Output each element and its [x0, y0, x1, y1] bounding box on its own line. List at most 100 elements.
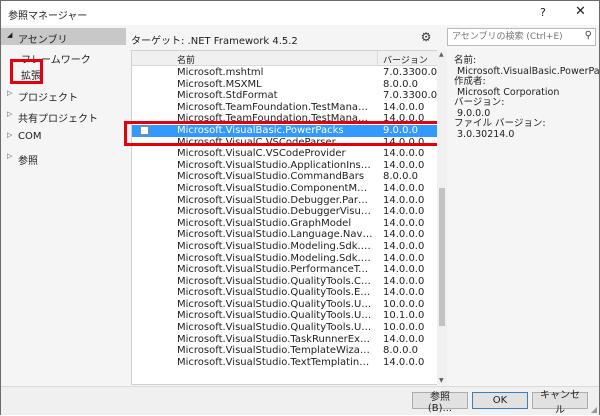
expanded-triangle-icon: ◢	[7, 31, 13, 39]
table-row[interactable]: Microsoft.VisualStudio.Modeling.Sdk.Inte…	[132, 241, 438, 253]
detail-name-label: 名前:	[454, 55, 477, 66]
table-row[interactable]: Microsoft.TeamFoundation.TestManagement.…	[132, 113, 438, 125]
table-row[interactable]: Microsoft.StdFormat 7.0.3300.0	[132, 90, 438, 102]
nav-subitem-framework[interactable]: フレームワーク	[21, 51, 91, 66]
row-version: 14.0.0.0	[383, 194, 425, 206]
help-button[interactable]: ?	[540, 6, 546, 19]
table-row[interactable]: Microsoft.VisualStudio.GraphModel 14.0.0.…	[132, 218, 438, 230]
row-name: Microsoft.TeamFoundation.TestManagement.…	[177, 101, 373, 113]
table-row[interactable]: Microsoft.VisualStudio.TaskRunnerExplore…	[132, 334, 438, 346]
search-input[interactable]	[452, 30, 578, 44]
footer-bar: 参照(B)... OK キャンセル ◢	[1, 386, 599, 416]
row-version: 14.0.0.0	[383, 217, 425, 229]
row-version: 10.0.0.0	[383, 322, 425, 334]
list-scrollbar[interactable]: ▲ ▼	[437, 50, 447, 385]
column-header-version[interactable]: バージョン	[383, 53, 428, 66]
table-row[interactable]: Microsoft.VisualStudio.ComponentModelHos…	[132, 183, 438, 195]
nav-item-shared-projects[interactable]: ▷ 共有プロジェクト	[1, 108, 126, 125]
table-row[interactable]: Microsoft.TeamFoundation.TestManagement.…	[132, 102, 438, 114]
row-version: 14.0.0.0	[383, 287, 425, 299]
row-name: Microsoft.VisualStudio.TextTemplating.Mo…	[177, 356, 373, 368]
row-name: Microsoft.VisualStudio.Debugger.Parallel…	[177, 194, 373, 206]
list-rows: Microsoft.mshtml 7.0.3300.0 Microsoft.MSXM…	[132, 67, 438, 368]
row-version: 14.0.0.0	[383, 264, 425, 276]
column-divider[interactable]	[377, 51, 378, 65]
table-row[interactable]: Microsoft.VisualStudio.QualityTools.Unit…	[132, 299, 438, 311]
row-version: 8.0.0.0	[383, 171, 418, 183]
table-row[interactable]: Microsoft.VisualStudio.QualityTools.Comm…	[132, 276, 438, 288]
row-name: Microsoft.VisualStudio.QualityTools.Unit…	[177, 322, 373, 334]
collapsed-triangle-icon: ▷	[7, 152, 13, 160]
table-row[interactable]: Microsoft.VisualStudio.CommandBars 8.0.0.…	[132, 171, 438, 183]
row-name: Microsoft.VisualStudio.Language.Navigate…	[177, 229, 373, 241]
search-box[interactable]: ⚲	[447, 28, 596, 46]
column-header-name[interactable]: 名前	[177, 53, 195, 66]
row-name: Microsoft.mshtml	[177, 67, 264, 78]
table-row[interactable]: Microsoft.VisualStudio.TextTemplating.Mo…	[132, 357, 438, 369]
nav-item-label: 参照	[18, 156, 38, 167]
assembly-list[interactable]: 名前 バージョン Microsoft.mshtml 7.0.3300.0 Micro…	[131, 50, 439, 385]
row-version: 14.0.0.0	[383, 275, 425, 287]
scroll-thumb[interactable]	[439, 188, 445, 326]
table-row[interactable]: Microsoft.VisualStudio.QualityTools.Unit…	[132, 310, 438, 322]
row-version: 14.0.0.0	[383, 136, 425, 148]
nav-item-com[interactable]: ▷ COM	[1, 129, 126, 145]
row-version: 14.0.0.0	[383, 113, 425, 125]
table-row[interactable]: Microsoft.VisualC.VSCodeParser 14.0.0.0	[132, 137, 438, 149]
row-name: Microsoft.VisualBasic.PowerPacks	[177, 124, 344, 136]
row-version: 8.0.0.0	[383, 78, 418, 90]
table-row[interactable]: Microsoft.VisualBasic.PowerPacks 9.0.0.0	[132, 124, 438, 137]
row-version: 14.0.0.0	[383, 159, 425, 171]
row-version: 7.0.3300.0	[383, 67, 438, 78]
table-row[interactable]: Microsoft.VisualC.VSCodeProvider 14.0.0.0	[132, 148, 438, 160]
nav-item-projects[interactable]: ▷ プロジェクト	[1, 87, 126, 104]
table-row[interactable]: Microsoft.mshtml 7.0.3300.0	[132, 67, 438, 79]
nav-subitem-extensions[interactable]: 拡張	[21, 67, 41, 82]
nav-item-browse[interactable]: ▷ 参照	[1, 150, 126, 167]
scroll-up-arrow-icon[interactable]: ▲	[439, 51, 444, 58]
settings-button[interactable]: ⚙	[415, 28, 437, 46]
cancel-button[interactable]: キャンセル	[532, 390, 588, 416]
search-icon[interactable]: ⚲	[585, 30, 592, 41]
title-bar: 参照マネージャー ? ✕	[1, 1, 599, 25]
detail-version-label: バージョン:	[454, 97, 505, 108]
row-version: 10.1.0.0	[383, 310, 425, 322]
close-button[interactable]: ✕	[575, 4, 586, 19]
window-title: 参照マネージャー	[8, 11, 88, 22]
category-nav: ◢ アセンブリ フレームワーク 拡張 ▷ プロジェクト ▷ 共有プロジェクト ▷…	[1, 25, 126, 383]
table-row[interactable]: Microsoft.VisualStudio.PerformanceTools.…	[132, 264, 438, 276]
resize-grip-icon[interactable]: ◢	[591, 405, 597, 414]
table-row[interactable]: Microsoft.VisualStudio.Debugger.Parallel…	[132, 195, 438, 207]
row-name: Microsoft.VisualStudio.PerformanceTools.…	[177, 264, 373, 276]
ok-button[interactable]: OK	[472, 392, 528, 409]
row-version: 7.0.3300.0	[383, 90, 438, 102]
row-name: Microsoft.VisualStudio.DebuggerVisualize…	[177, 206, 373, 218]
row-version: 10.0.0.0	[383, 298, 425, 310]
table-row[interactable]: Microsoft.VisualStudio.QualityTools.Unit…	[132, 322, 438, 334]
table-row[interactable]: Microsoft.MSXML 8.0.0.0	[132, 79, 438, 91]
table-row[interactable]: Microsoft.VisualStudio.DebuggerVisualize…	[132, 206, 438, 218]
scroll-down-arrow-icon[interactable]: ▼	[439, 377, 444, 384]
row-version: 14.0.0.0	[383, 356, 425, 368]
row-name: Microsoft.VisualStudio.Modeling.Sdk.Inte…	[177, 252, 373, 264]
collapsed-triangle-icon: ▷	[7, 110, 13, 118]
list-header: 名前 バージョン	[132, 51, 438, 66]
row-version: 14.0.0.0	[383, 101, 425, 113]
row-name: Microsoft.VisualStudio.GraphModel	[177, 217, 352, 229]
row-name: Microsoft.VisualStudio.QualityTools.Unit…	[177, 298, 373, 310]
detail-author-label: 作成者:	[454, 76, 486, 87]
collapsed-triangle-icon: ▷	[7, 89, 13, 97]
nav-item-assemblies[interactable]: ◢ アセンブリ	[1, 28, 126, 46]
row-name: Microsoft.VisualStudio.Modeling.Sdk.Inte…	[177, 240, 373, 252]
table-row[interactable]: Microsoft.VisualStudio.ApplicationInsigh…	[132, 160, 438, 172]
row-checkbox[interactable]	[140, 125, 149, 135]
browse-button[interactable]: 参照(B)...	[412, 392, 468, 414]
table-row[interactable]: Microsoft.VisualStudio.Modeling.Sdk.Inte…	[132, 253, 438, 265]
nav-item-label: アセンブリ	[18, 35, 68, 46]
table-row[interactable]: Microsoft.VisualStudio.TemplateWizardInt…	[132, 345, 438, 357]
collapsed-triangle-icon: ▷	[7, 131, 13, 139]
table-row[interactable]: Microsoft.VisualStudio.Language.Navigate…	[132, 229, 438, 241]
table-row[interactable]: Microsoft.VisualStudio.QualityTools.Exec…	[132, 287, 438, 299]
reference-manager-window: 参照マネージャー ? ✕ ◢ アセンブリ フレームワーク 拡張 ▷ プロジェクト…	[0, 0, 600, 416]
row-name: Microsoft.MSXML	[177, 78, 262, 90]
